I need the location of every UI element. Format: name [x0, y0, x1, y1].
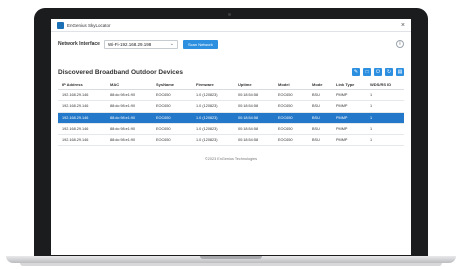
- table-cell: EOC650: [152, 134, 192, 147]
- window-icon[interactable]: □: [363, 68, 371, 76]
- table-cell: 1: [366, 100, 404, 113]
- table-cell: 00:18:54:58: [234, 134, 274, 147]
- table-cell: 1.0 (120823): [192, 123, 234, 136]
- table-cell: 00:18:54:58: [234, 112, 274, 124]
- toolbar: Network Interface Wi-Fi-192.168.29.198 ⌄…: [51, 35, 411, 53]
- scan-network-button[interactable]: Scan Network: [182, 39, 218, 49]
- column-header[interactable]: IP Address: [58, 79, 106, 90]
- table-cell: EOC650: [274, 112, 308, 124]
- window-title: EnGenius SkyLocator: [67, 22, 111, 28]
- app-window: EnGenius SkyLocator × Network Interface …: [51, 19, 411, 255]
- column-header[interactable]: Mode: [308, 79, 332, 90]
- laptop-notch: [200, 256, 262, 259]
- table-cell: EOC650: [274, 123, 308, 136]
- table-cell: PMMP: [332, 89, 366, 102]
- file-icon[interactable]: ▤: [396, 68, 404, 76]
- app-logo-icon: [57, 21, 64, 29]
- table-row[interactable]: 192.168.29.146 88:dc:98:e1:90 EOC650 1.0…: [58, 89, 404, 102]
- table-cell: 88:dc:98:e1:90: [106, 112, 152, 124]
- action-toolbar: ✎ □ ⏻ ↻ ▤: [352, 68, 404, 76]
- table-cell: BSU: [308, 134, 332, 147]
- table-cell: PMMP: [332, 134, 366, 147]
- table-cell: EOC650: [274, 134, 308, 147]
- column-header[interactable]: WDS/RS ID: [366, 79, 404, 90]
- column-header[interactable]: MAC: [106, 79, 152, 90]
- section-header: Discovered Broadband Outdoor Devices ✎ □…: [51, 65, 411, 79]
- table-cell: 192.168.29.146: [58, 100, 106, 113]
- devices-table: IP Address MAC SysName Firmware Uptime M…: [58, 79, 404, 147]
- table-cell: BSU: [308, 123, 332, 136]
- table-cell: BSU: [308, 112, 332, 124]
- table-cell: PMMP: [332, 112, 366, 124]
- table-cell: 192.168.29.146: [58, 134, 106, 147]
- table-cell: 1: [366, 89, 404, 102]
- column-header[interactable]: Link Type: [332, 79, 366, 90]
- table-cell: 00:18:54:58: [234, 100, 274, 113]
- column-header[interactable]: Firmware: [192, 79, 234, 90]
- column-header[interactable]: Uptime: [234, 79, 274, 90]
- network-interface-label: Network Interface: [58, 41, 100, 47]
- network-interface-select[interactable]: Wi-Fi-192.168.29.198 ⌄: [103, 39, 178, 49]
- table-row[interactable]: 192.168.29.146 88:dc:98:e1:90 EOC650 1.0…: [58, 134, 404, 147]
- table-cell: 1.0 (120823): [192, 89, 234, 102]
- title-bar: EnGenius SkyLocator ×: [51, 19, 411, 32]
- table-cell: BSU: [308, 89, 332, 102]
- table-cell: PMMP: [332, 100, 366, 113]
- table-row[interactable]: 192.168.29.146 88:dc:98:e1:90 EOC650 1.0…: [58, 123, 404, 136]
- table-cell: EOC650: [274, 100, 308, 113]
- table-cell: EOC650: [152, 100, 192, 113]
- table-cell: 00:18:54:58: [234, 89, 274, 102]
- table-cell: 88:dc:98:e1:90: [106, 100, 152, 113]
- table-cell: EOC650: [152, 123, 192, 136]
- table-cell: EOC650: [274, 89, 308, 102]
- webcam: [228, 13, 231, 16]
- column-header[interactable]: Model: [274, 79, 308, 90]
- table-cell: 88:dc:98:e1:90: [106, 123, 152, 136]
- table-cell: 192.168.29.146: [58, 112, 106, 124]
- table-cell: 1.0 (120823): [192, 100, 234, 113]
- table-cell: 1: [366, 112, 404, 124]
- chevron-down-icon: ⌄: [169, 41, 174, 47]
- table-cell: 1: [366, 123, 404, 136]
- table-cell: 192.168.29.146: [58, 123, 106, 136]
- table-cell: 1: [366, 134, 404, 147]
- table-header-row: IP Address MAC SysName Firmware Uptime M…: [58, 79, 404, 90]
- table-row-selected[interactable]: 192.168.29.146 88:dc:98:e1:90 EOC650 1.0…: [58, 112, 404, 124]
- table-cell: EOC650: [152, 112, 192, 124]
- table-cell: 1.0 (120823): [192, 134, 234, 147]
- table-cell: 88:dc:98:e1:90: [106, 89, 152, 102]
- info-icon[interactable]: i: [396, 40, 404, 48]
- power-icon[interactable]: ⏻: [374, 68, 382, 76]
- refresh-icon[interactable]: ↻: [385, 68, 393, 76]
- table-cell: 1.0 (120823): [192, 112, 234, 124]
- table-cell: 192.168.29.146: [58, 89, 106, 102]
- section-title: Discovered Broadband Outdoor Devices: [58, 68, 183, 76]
- footer-copyright: ©2023 EnGenius Technologies: [204, 157, 258, 162]
- table-cell: EOC650: [152, 89, 192, 102]
- table-cell: BSU: [308, 100, 332, 113]
- wrench-icon[interactable]: ✎: [352, 68, 360, 76]
- table-row[interactable]: 192.168.29.146 88:dc:98:e1:90 EOC650 1.0…: [58, 100, 404, 113]
- table-cell: 00:18:54:58: [234, 123, 274, 136]
- laptop-shadow: [20, 263, 442, 266]
- table-cell: 88:dc:98:e1:90: [106, 134, 152, 147]
- close-icon[interactable]: ×: [401, 22, 405, 29]
- network-interface-value: Wi-Fi-192.168.29.198: [107, 41, 152, 47]
- table-cell: PMMP: [332, 123, 366, 136]
- column-header[interactable]: SysName: [152, 79, 192, 90]
